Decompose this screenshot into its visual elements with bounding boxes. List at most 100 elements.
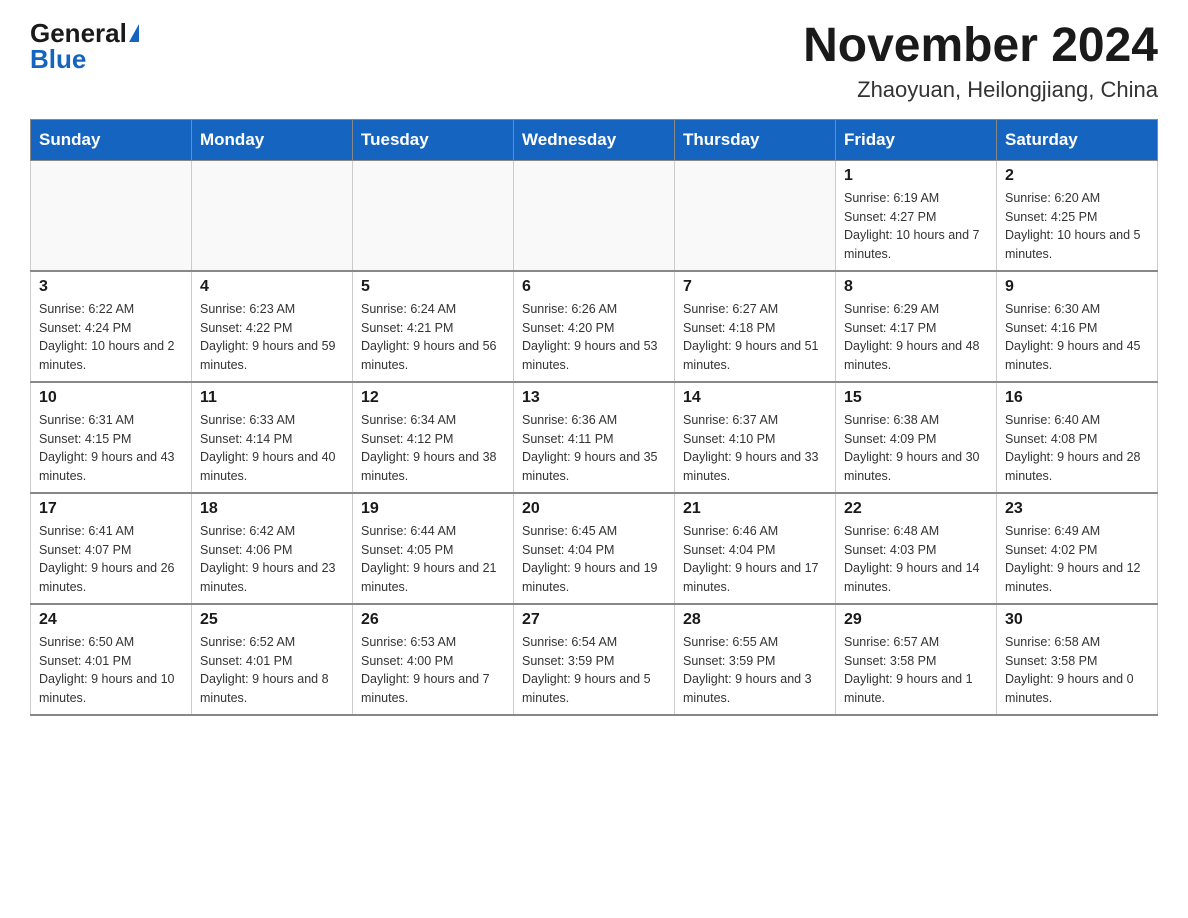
day-info: Sunrise: 6:20 AM Sunset: 4:25 PM Dayligh…: [1005, 189, 1149, 264]
day-number: 25: [200, 611, 344, 629]
day-number: 10: [39, 389, 183, 407]
day-number: 2: [1005, 167, 1149, 185]
title-area: November 2024 Zhaoyuan, Heilongjiang, Ch…: [803, 20, 1158, 103]
day-number: 13: [522, 389, 666, 407]
day-number: 3: [39, 278, 183, 296]
day-number: 9: [1005, 278, 1149, 296]
day-number: 23: [1005, 500, 1149, 518]
day-number: 4: [200, 278, 344, 296]
day-info: Sunrise: 6:41 AM Sunset: 4:07 PM Dayligh…: [39, 522, 183, 597]
calendar-cell: 17Sunrise: 6:41 AM Sunset: 4:07 PM Dayli…: [31, 493, 192, 604]
day-number: 21: [683, 500, 827, 518]
day-info: Sunrise: 6:27 AM Sunset: 4:18 PM Dayligh…: [683, 300, 827, 375]
day-number: 16: [1005, 389, 1149, 407]
day-header-friday: Friday: [836, 119, 997, 160]
calendar-cell: 4 Sunrise: 6:23 AM Sunset: 4:22 PM Daylig…: [192, 271, 353, 382]
header: General Blue November 2024 Zhaoyuan, Hei…: [30, 20, 1158, 103]
location-title: Zhaoyuan, Heilongjiang, China: [803, 77, 1158, 103]
day-number: 26: [361, 611, 505, 629]
day-header-sunday: Sunday: [31, 119, 192, 160]
logo-general: General: [30, 20, 127, 46]
day-header-thursday: Thursday: [675, 119, 836, 160]
day-header-monday: Monday: [192, 119, 353, 160]
day-info: Sunrise: 6:53 AM Sunset: 4:00 PM Dayligh…: [361, 633, 505, 708]
calendar-cell: [353, 160, 514, 271]
day-number: 22: [844, 500, 988, 518]
day-number: 11: [200, 389, 344, 407]
day-number: 20: [522, 500, 666, 518]
day-info: Sunrise: 6:37 AM Sunset: 4:10 PM Dayligh…: [683, 411, 827, 486]
day-info: Sunrise: 6:42 AM Sunset: 4:06 PM Dayligh…: [200, 522, 344, 597]
day-number: 24: [39, 611, 183, 629]
logo-triangle-icon: [129, 24, 139, 42]
day-number: 5: [361, 278, 505, 296]
week-row-4: 17Sunrise: 6:41 AM Sunset: 4:07 PM Dayli…: [31, 493, 1158, 604]
calendar-cell: 19Sunrise: 6:44 AM Sunset: 4:05 PM Dayli…: [353, 493, 514, 604]
day-number: 18: [200, 500, 344, 518]
calendar-cell: 24 Sunrise: 6:50 AM Sunset: 4:01 PM Dayli…: [31, 604, 192, 715]
calendar-cell: 14 Sunrise: 6:37 AM Sunset: 4:10 PM Dayli…: [675, 382, 836, 493]
day-number: 14: [683, 389, 827, 407]
day-info: Sunrise: 6:58 AM Sunset: 3:58 PM Dayligh…: [1005, 633, 1149, 708]
day-info: Sunrise: 6:34 AM Sunset: 4:12 PM Dayligh…: [361, 411, 505, 486]
day-info: Sunrise: 6:19 AM Sunset: 4:27 PM Dayligh…: [844, 189, 988, 264]
day-info: Sunrise: 6:33 AM Sunset: 4:14 PM Dayligh…: [200, 411, 344, 486]
day-info: Sunrise: 6:30 AM Sunset: 4:16 PM Dayligh…: [1005, 300, 1149, 375]
day-info: Sunrise: 6:29 AM Sunset: 4:17 PM Dayligh…: [844, 300, 988, 375]
day-number: 28: [683, 611, 827, 629]
calendar-table: SundayMondayTuesdayWednesdayThursdayFrid…: [30, 119, 1158, 716]
day-info: Sunrise: 6:55 AM Sunset: 3:59 PM Dayligh…: [683, 633, 827, 708]
calendar-cell: 28 Sunrise: 6:55 AM Sunset: 3:59 PM Dayli…: [675, 604, 836, 715]
week-row-5: 24 Sunrise: 6:50 AM Sunset: 4:01 PM Dayli…: [31, 604, 1158, 715]
calendar-cell: 26 Sunrise: 6:53 AM Sunset: 4:00 PM Dayli…: [353, 604, 514, 715]
day-info: Sunrise: 6:22 AM Sunset: 4:24 PM Dayligh…: [39, 300, 183, 375]
month-title: November 2024: [803, 20, 1158, 73]
calendar-cell: 2 Sunrise: 6:20 AM Sunset: 4:25 PM Daylig…: [997, 160, 1158, 271]
calendar-cell: 21 Sunrise: 6:46 AM Sunset: 4:04 PM Dayli…: [675, 493, 836, 604]
calendar-cell: 11 Sunrise: 6:33 AM Sunset: 4:14 PM Dayli…: [192, 382, 353, 493]
calendar-cell: 23 Sunrise: 6:49 AM Sunset: 4:02 PM Dayli…: [997, 493, 1158, 604]
days-header-row: SundayMondayTuesdayWednesdayThursdayFrid…: [31, 119, 1158, 160]
calendar-cell: 9 Sunrise: 6:30 AM Sunset: 4:16 PM Daylig…: [997, 271, 1158, 382]
day-info: Sunrise: 6:38 AM Sunset: 4:09 PM Dayligh…: [844, 411, 988, 486]
day-number: 12: [361, 389, 505, 407]
week-row-2: 3 Sunrise: 6:22 AM Sunset: 4:24 PM Daylig…: [31, 271, 1158, 382]
day-info: Sunrise: 6:23 AM Sunset: 4:22 PM Dayligh…: [200, 300, 344, 375]
day-info: Sunrise: 6:57 AM Sunset: 3:58 PM Dayligh…: [844, 633, 988, 708]
day-info: Sunrise: 6:48 AM Sunset: 4:03 PM Dayligh…: [844, 522, 988, 597]
day-info: Sunrise: 6:46 AM Sunset: 4:04 PM Dayligh…: [683, 522, 827, 597]
calendar-cell: [31, 160, 192, 271]
calendar-cell: 3 Sunrise: 6:22 AM Sunset: 4:24 PM Daylig…: [31, 271, 192, 382]
day-info: Sunrise: 6:50 AM Sunset: 4:01 PM Dayligh…: [39, 633, 183, 708]
calendar-cell: 1 Sunrise: 6:19 AM Sunset: 4:27 PM Daylig…: [836, 160, 997, 271]
day-header-saturday: Saturday: [997, 119, 1158, 160]
day-info: Sunrise: 6:45 AM Sunset: 4:04 PM Dayligh…: [522, 522, 666, 597]
day-number: 6: [522, 278, 666, 296]
calendar-cell: 7Sunrise: 6:27 AM Sunset: 4:18 PM Daylig…: [675, 271, 836, 382]
day-number: 29: [844, 611, 988, 629]
day-info: Sunrise: 6:36 AM Sunset: 4:11 PM Dayligh…: [522, 411, 666, 486]
calendar-cell: [192, 160, 353, 271]
calendar-cell: 22 Sunrise: 6:48 AM Sunset: 4:03 PM Dayli…: [836, 493, 997, 604]
calendar-cell: 12 Sunrise: 6:34 AM Sunset: 4:12 PM Dayli…: [353, 382, 514, 493]
day-number: 8: [844, 278, 988, 296]
logo: General Blue: [30, 20, 139, 72]
calendar-cell: 18 Sunrise: 6:42 AM Sunset: 4:06 PM Dayli…: [192, 493, 353, 604]
calendar-cell: [514, 160, 675, 271]
calendar-cell: 6 Sunrise: 6:26 AM Sunset: 4:20 PM Daylig…: [514, 271, 675, 382]
day-info: Sunrise: 6:31 AM Sunset: 4:15 PM Dayligh…: [39, 411, 183, 486]
day-info: Sunrise: 6:24 AM Sunset: 4:21 PM Dayligh…: [361, 300, 505, 375]
calendar-cell: 25Sunrise: 6:52 AM Sunset: 4:01 PM Dayli…: [192, 604, 353, 715]
day-info: Sunrise: 6:54 AM Sunset: 3:59 PM Dayligh…: [522, 633, 666, 708]
day-number: 1: [844, 167, 988, 185]
day-info: Sunrise: 6:26 AM Sunset: 4:20 PM Dayligh…: [522, 300, 666, 375]
calendar-cell: 30Sunrise: 6:58 AM Sunset: 3:58 PM Dayli…: [997, 604, 1158, 715]
calendar-cell: 13 Sunrise: 6:36 AM Sunset: 4:11 PM Dayli…: [514, 382, 675, 493]
calendar-cell: 8 Sunrise: 6:29 AM Sunset: 4:17 PM Daylig…: [836, 271, 997, 382]
week-row-1: 1 Sunrise: 6:19 AM Sunset: 4:27 PM Daylig…: [31, 160, 1158, 271]
calendar-cell: 5 Sunrise: 6:24 AM Sunset: 4:21 PM Daylig…: [353, 271, 514, 382]
day-info: Sunrise: 6:44 AM Sunset: 4:05 PM Dayligh…: [361, 522, 505, 597]
calendar-cell: 15Sunrise: 6:38 AM Sunset: 4:09 PM Dayli…: [836, 382, 997, 493]
day-number: 27: [522, 611, 666, 629]
day-info: Sunrise: 6:49 AM Sunset: 4:02 PM Dayligh…: [1005, 522, 1149, 597]
